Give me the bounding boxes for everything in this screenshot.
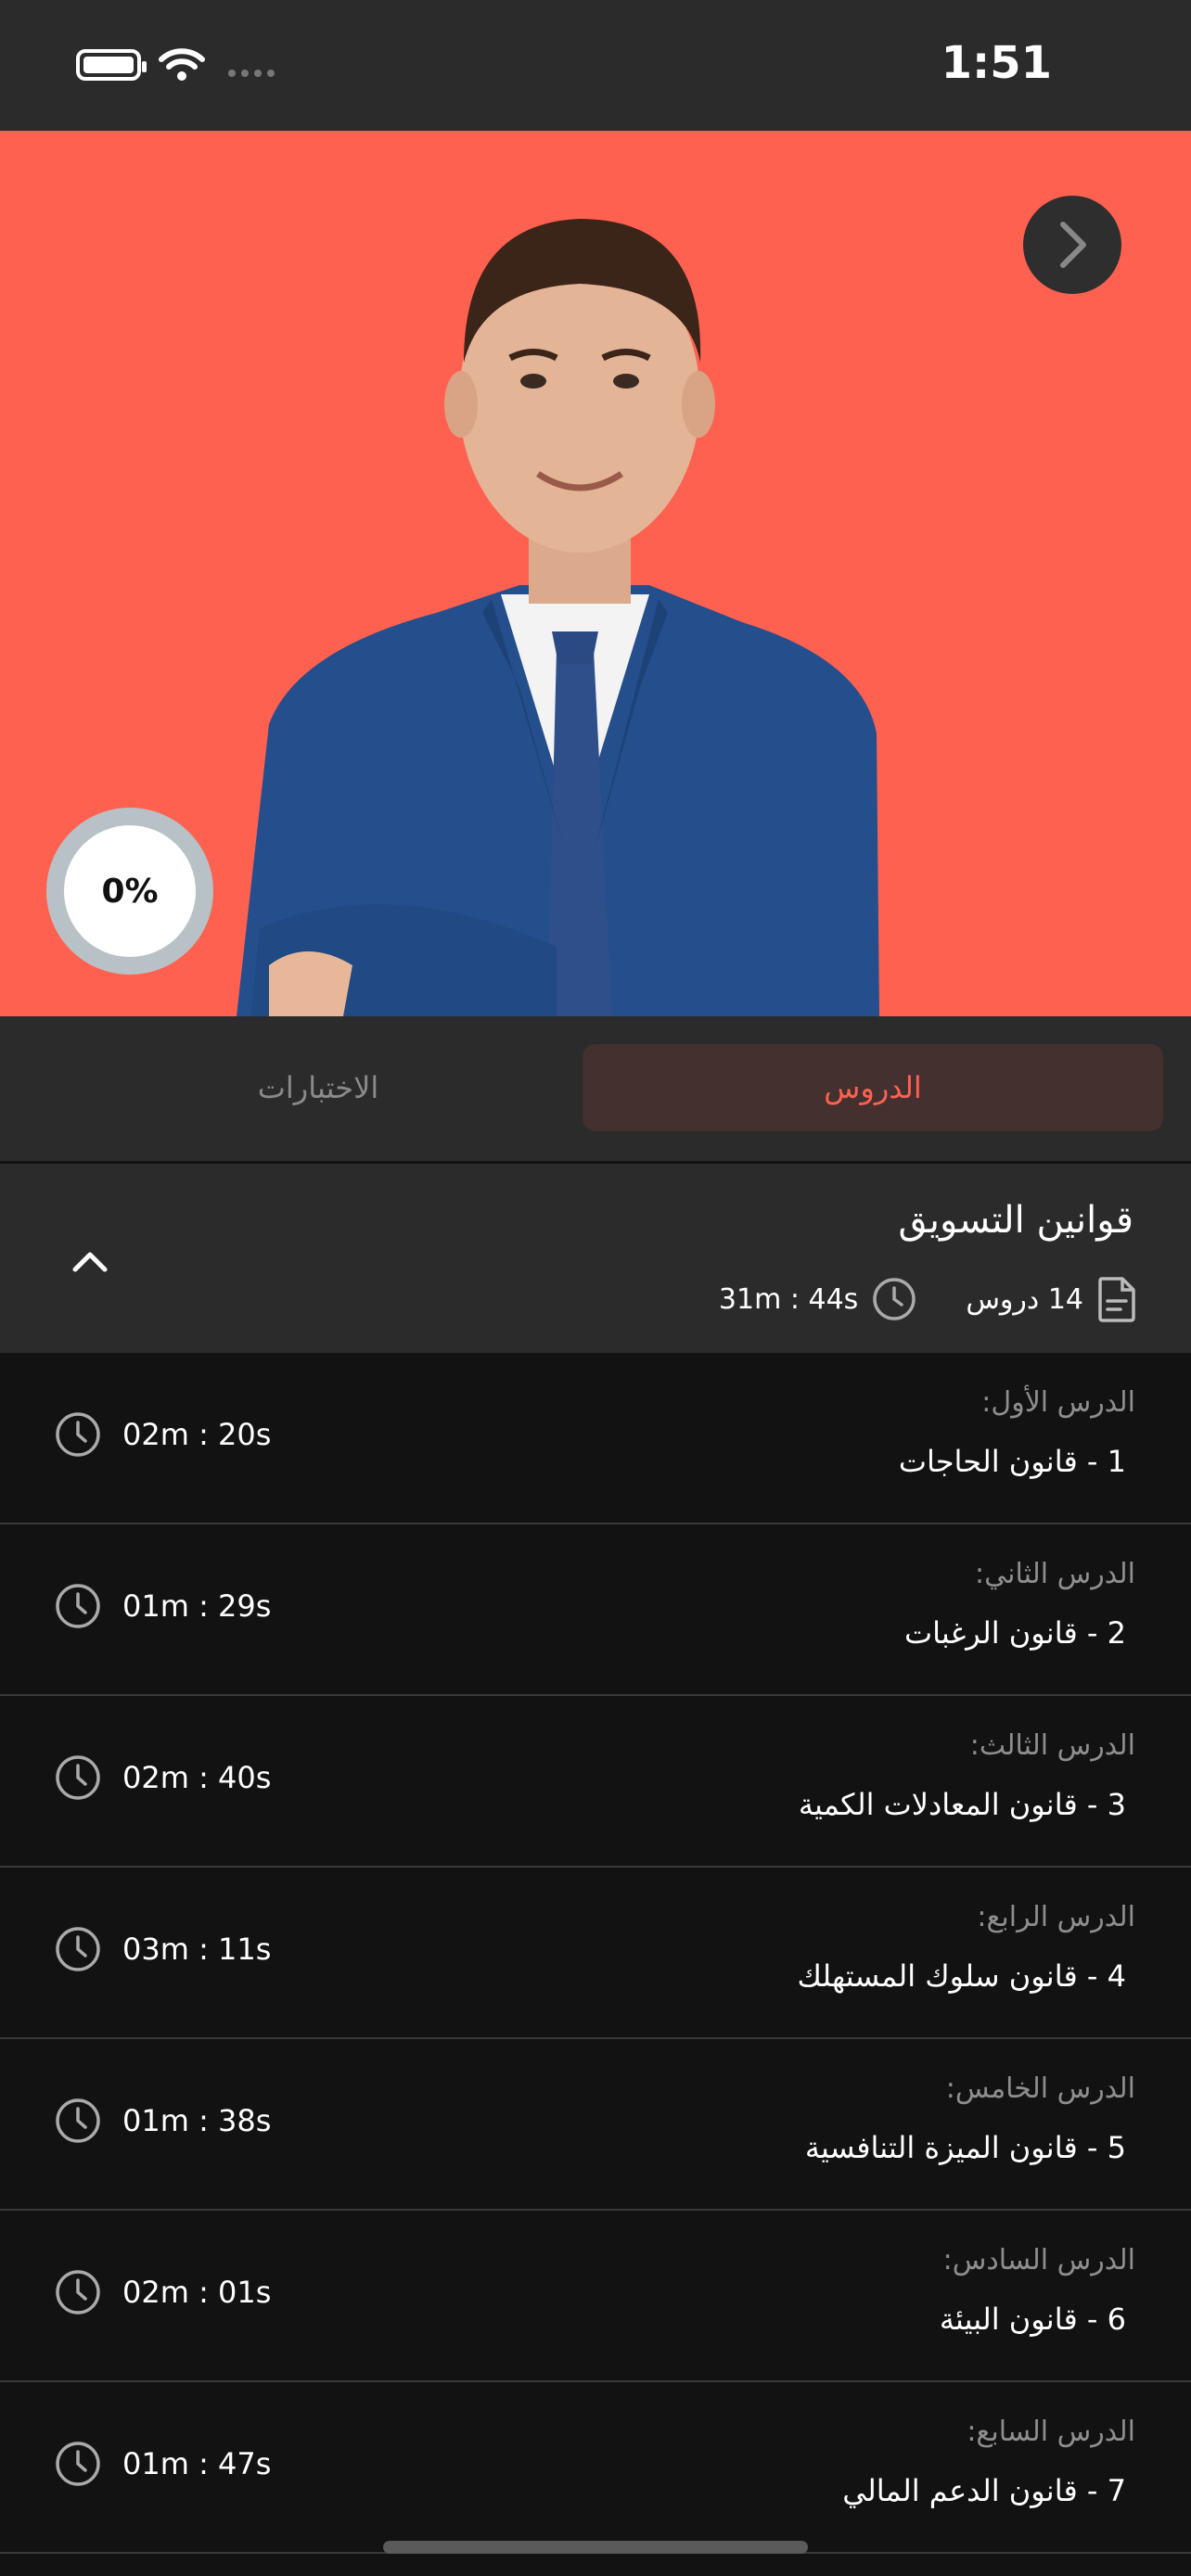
section-title: قوانين التسويق [898, 1199, 1133, 1242]
lesson-title: 2 - قانون الرغبات [904, 1615, 1126, 1651]
lesson-label: الدرس الثاني: [975, 1558, 1135, 1590]
status-icons [76, 46, 275, 83]
wifi-icon [159, 48, 205, 81]
lesson-label: الدرس الرابع: [977, 1901, 1135, 1933]
course-hero-image: 0% [0, 131, 1191, 1016]
clock-icon [56, 2442, 100, 2486]
lesson-duration: 01m : 29s [54, 1582, 271, 1630]
document-icon [1098, 1277, 1135, 1322]
lesson-duration: 01m : 47s [54, 2440, 271, 2488]
status-bar: 1:51 [0, 0, 1191, 131]
lesson-title: 5 - قانون الميزة التنافسية [804, 2130, 1126, 2165]
lesson-label: الدرس السادس: [942, 2244, 1135, 2276]
clock-icon [873, 1278, 916, 1320]
lesson-count: 14 دروس [966, 1282, 1083, 1316]
cellular-signal-icon [228, 70, 275, 77]
lesson-title: 7 - قانون الدعم المالي [842, 2473, 1126, 2508]
chevron-right-icon [1060, 222, 1086, 268]
lesson-duration: 02m : 20s [54, 1410, 271, 1459]
clock-icon [56, 1755, 100, 1800]
clock-icon [56, 1412, 100, 1457]
section-header[interactable]: قوانين التسويق 14 دروس 31m : 44s [0, 1164, 1191, 1353]
battery-icon [76, 49, 147, 81]
lesson-title: 6 - قانون البيئة [939, 2302, 1126, 2337]
collapse-section-button[interactable] [67, 1238, 113, 1284]
course-progress-indicator: 0% [46, 808, 213, 975]
lesson-row[interactable]: الدرس الخامس: 5 - قانون الميزة التنافسية… [0, 2039, 1191, 2211]
section-meta: 14 دروس 31m : 44s [719, 1275, 1137, 1323]
home-indicator[interactable] [383, 2541, 808, 2554]
status-time: 1:51 [941, 37, 1052, 89]
lesson-label: الدرس السابع: [967, 2416, 1135, 2448]
content-tabs: الدروس الاختبارات [0, 1016, 1191, 1161]
lesson-duration-text: 02m : 40s [122, 1760, 272, 1795]
lesson-row[interactable]: الدرس السادس: 6 - قانون البيئة 02m : 01s [0, 2211, 1191, 2382]
chevron-up-icon [72, 1252, 108, 1272]
lesson-duration: 03m : 11s [54, 1925, 271, 1973]
lesson-duration-text: 02m : 01s [122, 2275, 272, 2310]
lesson-duration: 02m : 01s [54, 2268, 271, 2316]
tab-lessons[interactable]: الدروس [583, 1044, 1163, 1131]
clock-icon [56, 2270, 100, 2315]
lesson-row[interactable]: الدرس الرابع: 4 - قانون سلوك المستهلك 03… [0, 1868, 1191, 2039]
lesson-row[interactable]: الدرس الثالث: 3 - قانون المعادلات الكمية… [0, 1696, 1191, 1868]
lesson-duration-text: 01m : 47s [122, 2446, 272, 2481]
lesson-title: 4 - قانون سلوك المستهلك [797, 1958, 1126, 1994]
total-duration: 31m : 44s [718, 1282, 859, 1316]
lesson-list: الدرس الأول: 1 - قانون الحاجات 02m : 20s… [0, 1353, 1191, 2554]
clock-icon [56, 1927, 100, 1971]
lesson-duration-text: 01m : 38s [122, 2103, 272, 2138]
lesson-duration: 02m : 40s [54, 1753, 271, 1802]
lesson-title: 1 - قانون الحاجات [898, 1444, 1126, 1479]
lesson-label: الدرس الأول: [981, 1386, 1135, 1419]
clock-icon [56, 2098, 100, 2143]
lesson-row[interactable]: الدرس السابع: 7 - قانون الدعم المالي 01m… [0, 2382, 1191, 2554]
lesson-row[interactable]: الدرس الأول: 1 - قانون الحاجات 02m : 20s [0, 1353, 1191, 1524]
tab-tests[interactable]: الاختبارات [28, 1044, 608, 1131]
clock-icon [56, 1584, 100, 1628]
lesson-duration-text: 03m : 11s [122, 1932, 272, 1967]
lesson-duration-text: 02m : 20s [122, 1417, 272, 1452]
lesson-row[interactable]: الدرس الثاني: 2 - قانون الرغبات 01m : 29… [0, 1524, 1191, 1696]
progress-percentage: 0% [64, 825, 196, 957]
lesson-label: الدرس الثالث: [969, 1729, 1135, 1762]
lesson-duration: 01m : 38s [54, 2097, 271, 2145]
next-button[interactable] [1023, 196, 1121, 294]
lesson-title: 3 - قانون المعادلات الكمية [798, 1787, 1126, 1822]
lesson-label: الدرس الخامس: [945, 2072, 1135, 2105]
lesson-duration-text: 01m : 29s [122, 1588, 272, 1624]
